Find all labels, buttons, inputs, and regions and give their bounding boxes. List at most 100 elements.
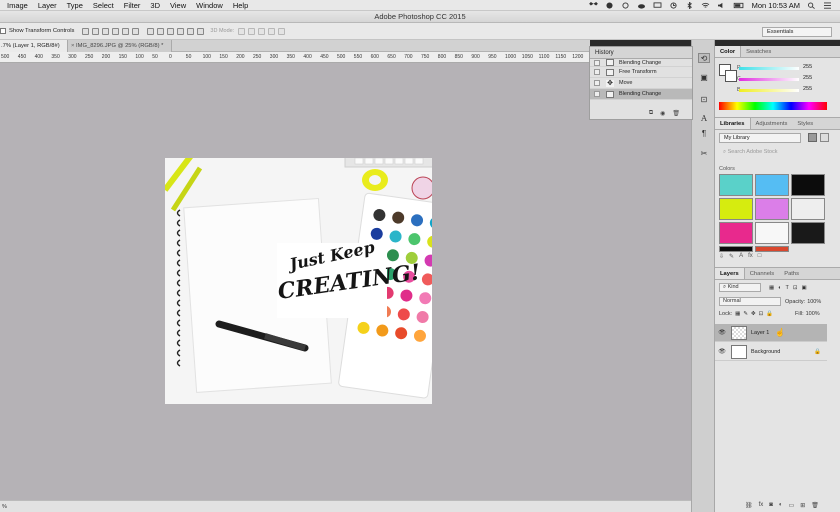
history-snapshot-checkbox[interactable] — [594, 59, 600, 66]
tab-libraries[interactable]: Libraries — [715, 118, 751, 129]
3d-rotate-icon[interactable] — [238, 27, 246, 35]
trash-icon[interactable]: 🗑 — [811, 502, 819, 509]
volume-icon[interactable] — [717, 2, 726, 9]
menu-window[interactable]: Window — [196, 0, 223, 11]
r-value[interactable]: 255 — [803, 64, 815, 70]
menu-filter[interactable]: Filter — [124, 0, 141, 11]
align-hcenter-icon[interactable] — [122, 27, 130, 35]
tab-channels[interactable]: Channels — [745, 268, 780, 279]
library-color-swatch[interactable] — [719, 246, 753, 252]
filter-pixel-icon[interactable]: ▦ — [769, 285, 774, 291]
kind-filter-select[interactable]: ⌕ Kind — [719, 283, 761, 292]
library-color-swatch[interactable] — [755, 222, 789, 244]
clock[interactable]: Mon 10:53 AM — [752, 1, 800, 10]
layer-row-layer1[interactable]: 👁 Layer 1 ☝ — [715, 324, 827, 342]
history-panel-icon[interactable]: ⟲ — [698, 53, 710, 63]
snapshot-camera-icon[interactable]: ◉ — [660, 110, 665, 117]
library-color-swatch[interactable] — [791, 198, 825, 220]
3d-slide-icon[interactable] — [268, 27, 276, 35]
tab-img-8296[interactable]: × IMG_8296.JPG @ 25% (RGB/8) * — [68, 40, 172, 52]
new-group-icon[interactable]: ▭ — [789, 502, 795, 509]
dropbox-icon[interactable] — [588, 2, 598, 9]
menu-layer[interactable]: Layer — [38, 0, 57, 11]
history-item[interactable]: ✥ Move — [590, 78, 692, 89]
lock-artboard-icon[interactable]: ⊡ — [759, 311, 764, 317]
tab-styles[interactable]: Styles — [792, 118, 818, 129]
layer-name[interactable]: Layer 1 — [751, 330, 769, 336]
tab-color[interactable]: Color — [715, 46, 742, 57]
menu-3d[interactable]: 3D — [150, 0, 160, 11]
horizontal-ruler[interactable]: 500 450 400 350 300 250 200 150 100 50 0 50 100 150 20… — [0, 52, 590, 63]
library-color-swatch[interactable] — [791, 174, 825, 196]
new-document-from-state-icon[interactable]: ⧉ — [649, 110, 653, 117]
align-vcenter-icon[interactable] — [92, 27, 100, 35]
close-icon[interactable]: × — [71, 43, 74, 49]
layer-name[interactable]: Background — [751, 349, 780, 355]
info-panel-icon[interactable]: ⊡ — [698, 94, 710, 104]
lock-transparent-icon[interactable]: ▦ — [735, 311, 740, 317]
filter-smart-object-icon[interactable]: ▣ — [802, 285, 807, 291]
history-item[interactable]: Blending Change — [590, 59, 692, 67]
library-color-swatch[interactable] — [719, 174, 753, 196]
fill-value[interactable]: 100% — [806, 311, 820, 317]
history-snapshot-checkbox[interactable] — [594, 80, 600, 86]
show-transform-checkbox[interactable] — [0, 28, 6, 34]
layer-row-background[interactable]: 👁 Background 🔒 — [715, 343, 827, 361]
g-slider[interactable] — [739, 78, 799, 81]
character-panel-icon[interactable]: A — [698, 113, 710, 123]
add-mask-icon[interactable]: ◙ — [769, 502, 773, 509]
properties-panel-icon[interactable]: ▣ — [698, 72, 710, 82]
search-icon[interactable] — [807, 2, 816, 9]
stock-search-input[interactable]: ⌕ Search Adobe Stock — [719, 147, 827, 157]
new-adjustment-icon[interactable]: ◐ — [779, 502, 783, 509]
history-snapshot-checkbox[interactable] — [594, 69, 600, 75]
document-image[interactable]: Just Keep CREATING! — [165, 158, 432, 404]
add-layer-style-icon[interactable]: fx — [748, 253, 753, 260]
3d-scale-icon[interactable] — [278, 27, 286, 35]
history-snapshot-checkbox[interactable] — [594, 91, 600, 97]
align-left-icon[interactable] — [112, 27, 120, 35]
distribute-top-icon[interactable] — [147, 27, 155, 35]
menu-select[interactable]: Select — [93, 0, 114, 11]
menu-view[interactable]: View — [170, 0, 186, 11]
3d-roll-icon[interactable] — [248, 27, 256, 35]
b-value[interactable]: 255 — [803, 86, 815, 92]
add-char-style-icon[interactable]: A — [739, 253, 743, 260]
background-color-swatch[interactable] — [725, 70, 737, 82]
library-color-swatch[interactable] — [719, 222, 753, 244]
distribute-vcenter-icon[interactable] — [157, 27, 165, 35]
add-style-icon[interactable]: fx — [759, 502, 764, 509]
align-top-icon[interactable] — [82, 27, 90, 35]
r-slider[interactable] — [739, 67, 799, 70]
cloud-icon[interactable] — [637, 2, 646, 9]
3d-drag-icon[interactable] — [258, 27, 266, 35]
library-color-swatch[interactable] — [719, 198, 753, 220]
align-right-icon[interactable] — [132, 27, 140, 35]
g-value[interactable]: 255 — [803, 75, 815, 81]
tab-layer1-doc[interactable]: .7% (Layer 1, RGB/8#) * — [0, 40, 68, 61]
add-content-icon[interactable]: ⇩ — [719, 253, 724, 260]
zoom-readout[interactable]: % — [2, 504, 7, 510]
bluetooth-icon[interactable] — [685, 2, 694, 9]
align-bottom-icon[interactable] — [102, 27, 110, 35]
tab-paths[interactable]: Paths — [779, 268, 804, 279]
menu-image[interactable]: Image — [7, 0, 28, 11]
history-item-selected[interactable]: Blending Change — [590, 89, 692, 100]
link-layers-icon[interactable]: ⛓ — [745, 502, 753, 509]
add-graphic-icon[interactable]: ✎ — [729, 253, 734, 260]
lock-image-icon[interactable]: ✎ — [743, 311, 748, 317]
distribute-right-icon[interactable] — [197, 27, 205, 35]
workspace-select[interactable]: Essentials — [762, 27, 832, 37]
tab-layers[interactable]: Layers — [715, 268, 745, 279]
grid-view-icon[interactable] — [808, 133, 817, 142]
color-spectrum-ramp[interactable] — [719, 102, 827, 110]
battery-icon[interactable] — [733, 2, 745, 9]
distribute-left-icon[interactable] — [177, 27, 185, 35]
tab-swatches[interactable]: Swatches — [741, 46, 776, 57]
library-color-swatch[interactable] — [755, 246, 789, 252]
library-color-swatch[interactable] — [755, 174, 789, 196]
distribute-hcenter-icon[interactable] — [187, 27, 195, 35]
new-layer-icon[interactable]: ⊞ — [800, 502, 805, 509]
filter-shape-icon[interactable]: ⊡ — [793, 285, 798, 291]
lock-all-icon[interactable]: 🔒 — [766, 311, 773, 317]
